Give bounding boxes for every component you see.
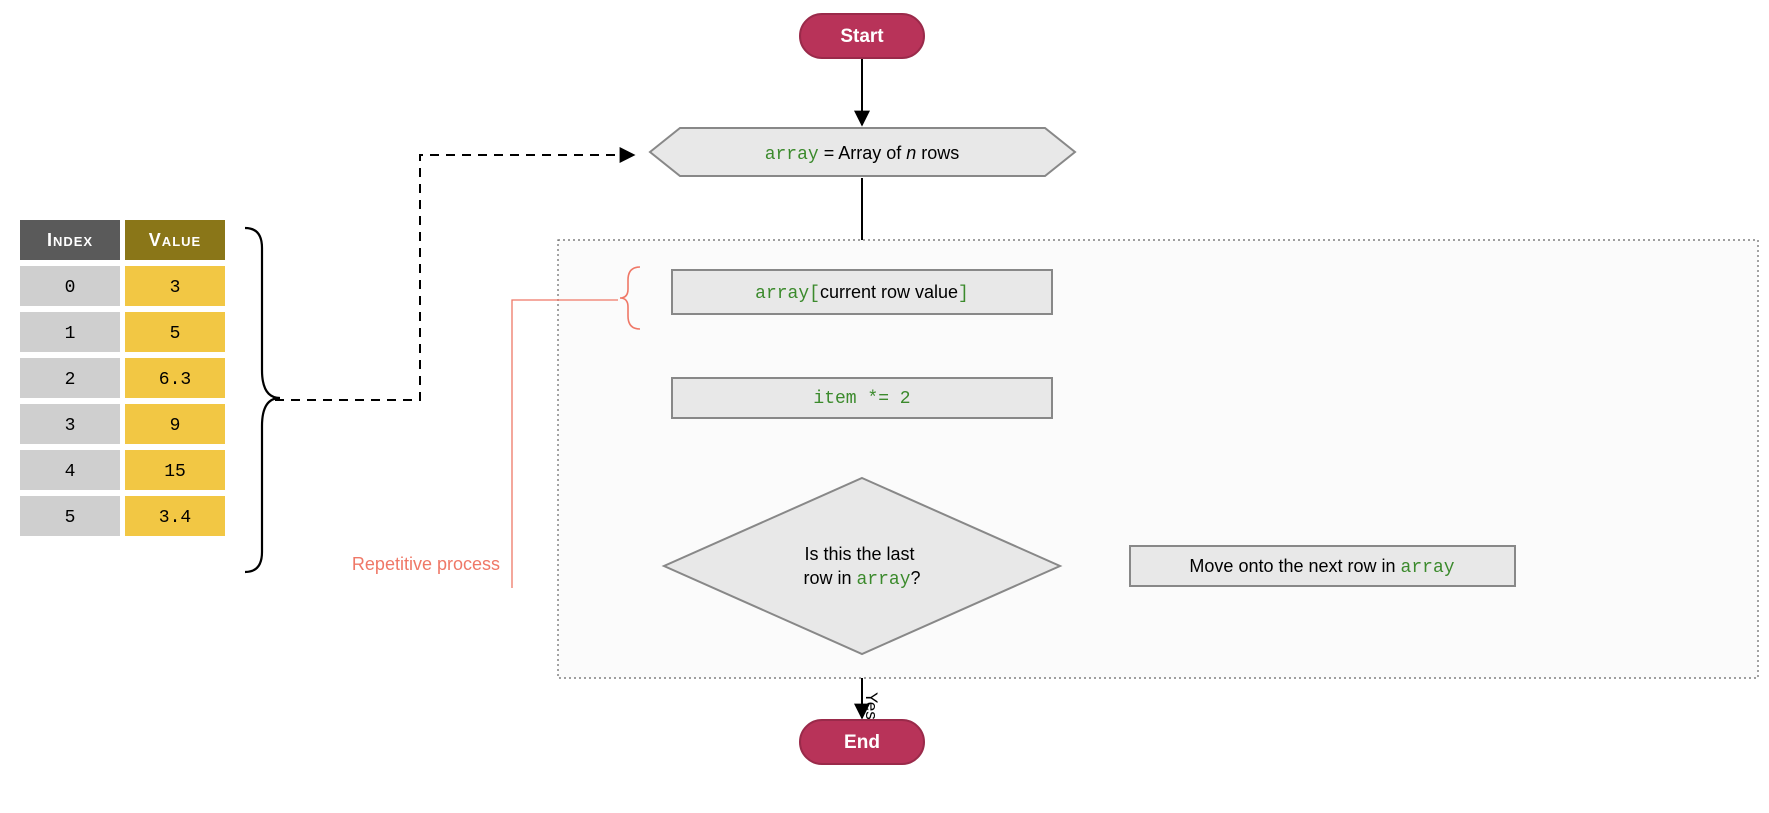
table-cell-text: 5 [65, 508, 76, 528]
process-multiply-text: item *= 2 [813, 389, 910, 409]
table-cell-text: 3 [65, 416, 76, 436]
table-cell-text: 6.3 [159, 370, 191, 390]
process-next-row-text: Move onto the next row in array [1189, 556, 1454, 578]
table-cell-text: Value [149, 230, 201, 250]
annotation-label: Repetitive process [352, 554, 500, 574]
table-cell-text: 3 [170, 278, 181, 298]
table-cell-text: 15 [164, 462, 186, 482]
table-cell-text: 0 [65, 278, 76, 298]
table-cell-text: 2 [65, 370, 76, 390]
end-label: End [844, 732, 880, 753]
input-text: array = Array of n rows [765, 143, 960, 165]
table-cell-text: 5 [170, 324, 181, 344]
start-label: Start [840, 26, 884, 47]
table-cell-text: Index [47, 230, 93, 250]
table-cell-text: 4 [65, 462, 76, 482]
label-yes: Yes [862, 692, 881, 720]
table-cell-text: 3.4 [159, 508, 191, 528]
table-cell-text: 9 [170, 416, 181, 436]
flowchart-diagram: No Yes Start array = Array of n rows arr… [0, 0, 1769, 813]
array-table: IndexValue031526.33941553.4 [20, 220, 225, 536]
table-brace [245, 228, 280, 572]
table-cell-text: 1 [65, 324, 76, 344]
process-array-row-text: array[current row value] [755, 282, 969, 304]
